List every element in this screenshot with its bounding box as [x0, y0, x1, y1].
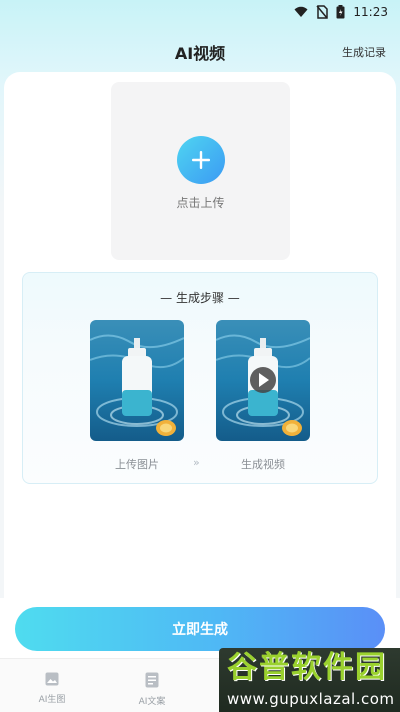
watermark-text: 谷普软件园: [227, 650, 387, 685]
clock: 11:23: [353, 5, 388, 19]
tab-ai-copywriting[interactable]: AI文案: [122, 659, 182, 712]
image-icon: [45, 672, 59, 686]
step-upload-image: [90, 320, 184, 441]
plus-icon: [191, 151, 210, 169]
step-upload-label: 上传图片: [115, 458, 159, 471]
steps-title: — 生成步骤 —: [160, 291, 240, 305]
steps-panel: — 生成步骤 — 上传图片 » 生成视频: [22, 272, 378, 484]
tab-ai-image[interactable]: AI生图: [22, 659, 82, 712]
status-bar: 11:23: [0, 0, 400, 24]
watermark-logo: 谷普软件园 www.gupuxlazal.com: [219, 648, 400, 712]
document-icon: [145, 672, 159, 688]
upload-label: 点击上传: [176, 196, 225, 210]
upload-button[interactable]: [176, 136, 225, 184]
main-card: 点击上传 — 生成步骤 — 上传图片 » 生成视频: [4, 72, 396, 612]
tab-ai-copywriting-label: AI文案: [138, 697, 166, 707]
battery-icon: [336, 5, 345, 19]
generate-button[interactable]: 立即生成: [15, 607, 385, 651]
upload-area[interactable]: 点击上传: [111, 82, 290, 260]
play-icon: [250, 367, 276, 393]
page-title: AI视频: [174, 44, 226, 63]
watermark-url: www.gupuxlazal.com: [227, 690, 395, 708]
no-sim-icon: [316, 5, 329, 19]
step-generate-label: 生成视频: [241, 458, 285, 471]
tab-ai-image-label: AI生图: [38, 695, 66, 705]
double-chevron-icon: »: [193, 456, 200, 469]
wifi-icon: [294, 6, 308, 17]
header: AI视频 生成记录: [0, 34, 400, 70]
step-generate-image: [216, 320, 310, 441]
records-link[interactable]: 生成记录: [342, 44, 386, 60]
